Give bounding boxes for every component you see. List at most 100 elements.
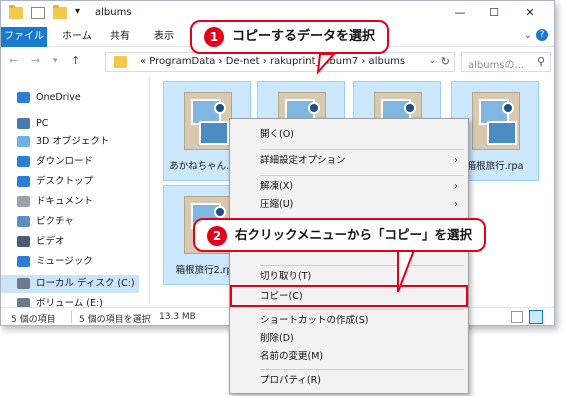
menu-item-label: 開く(O) — [260, 129, 294, 140]
menu-item-cut[interactable]: 切り取り(T) — [234, 267, 466, 287]
callout-text: 右クリックメニューから「コピー」を選択 — [235, 227, 473, 242]
minimize-button[interactable]: — — [443, 1, 477, 25]
album-file-icon — [472, 92, 520, 150]
rpa-badge-icon — [502, 102, 514, 114]
music-icon — [17, 256, 30, 267]
video-icon — [17, 236, 30, 247]
copy-highlight-box — [230, 285, 468, 307]
maximize-button[interactable]: ☐ — [477, 1, 511, 25]
sidebar-item[interactable]: ミュージック — [17, 253, 93, 271]
sidebar-item-label: ダウンロード — [36, 156, 94, 167]
menu-item-label: ショートカットの作成(S) — [260, 315, 369, 326]
callout-step-1: 1 コピーするデータを選択 — [190, 20, 390, 54]
selected-size: 13.3 MB — [159, 312, 196, 322]
recent-dropdown-icon[interactable]: ▾ — [53, 56, 58, 66]
context-menu: 開く(O) 詳細設定オプション › 解凍(X) › 圧縮(U) › 切り取り(T) コ… — [229, 118, 469, 394]
sidebar-item-label: ビデオ — [36, 236, 65, 247]
large-icons-view-icon[interactable] — [529, 310, 543, 324]
tab-share[interactable]: 共有 — [101, 27, 139, 47]
callout-text: コピーするデータを選択 — [232, 29, 376, 44]
desktop-icon — [17, 176, 30, 187]
tab-view[interactable]: 表示 — [145, 27, 183, 47]
rpa-badge-icon — [404, 102, 416, 114]
document-icon — [17, 196, 30, 207]
rpa-badge-icon — [214, 206, 226, 218]
sidebar-item[interactable]: ローカル ディスク (C:) — [1, 275, 139, 293]
sidebar-item[interactable]: PC — [17, 115, 48, 133]
submenu-arrow-icon: › — [454, 199, 458, 210]
sidebar-item-label: ローカル ディスク (C:) — [36, 278, 135, 289]
sidebar-item-label: OneDrive — [36, 92, 81, 103]
address-path[interactable]: « ProgramData › De-net › rakuprint_album… — [140, 56, 405, 67]
menu-item-label: 削除(D) — [260, 333, 294, 344]
close-button[interactable]: ✕ — [513, 1, 547, 25]
sidebar-item-label: ミュージック — [36, 256, 93, 267]
menu-separator — [260, 149, 464, 150]
menu-item-delete[interactable]: 削除(D) — [234, 329, 466, 349]
new-folder-icon[interactable] — [53, 5, 67, 19]
address-bar[interactable]: « ProgramData › De-net › rakuprint_album… — [105, 52, 455, 72]
search-icon[interactable]: ⚲ — [537, 55, 545, 68]
tab-file[interactable]: ファイル — [1, 27, 47, 47]
item-count: 5 個の項目 — [11, 315, 56, 325]
menu-item-label: 解凍(X) — [260, 181, 293, 192]
menu-separator — [260, 369, 464, 370]
properties-icon[interactable] — [31, 7, 45, 19]
pc-icon — [17, 118, 30, 129]
search-box[interactable]: albumsの... ⚲ — [461, 52, 551, 72]
tab-home[interactable]: ホーム — [53, 27, 101, 47]
download-icon — [17, 156, 30, 167]
window-title: albums — [95, 7, 132, 18]
sidebar-item-label: ピクチャ — [36, 216, 74, 227]
menu-separator — [260, 309, 464, 310]
sidebar-item-label: 3D オブジェクト — [36, 136, 110, 147]
sidebar-item-label: デスクトップ — [36, 176, 94, 187]
menu-item-create-shortcut[interactable]: ショートカットの作成(S) — [234, 311, 466, 331]
menu-item-compress[interactable]: 圧縮(U) › — [234, 195, 466, 215]
submenu-arrow-icon: › — [454, 181, 458, 192]
menu-item-properties[interactable]: プロパティ(R) — [234, 371, 466, 391]
sidebar-item[interactable]: ドキュメント — [17, 193, 93, 211]
menu-item-extract[interactable]: 解凍(X) › — [234, 177, 466, 197]
pane-divider[interactable] — [149, 77, 150, 305]
address-dropdown-icon[interactable]: ⌄ — [428, 56, 436, 66]
quick-access-dropdown-icon[interactable]: ▾ — [75, 6, 80, 17]
drive-icon — [17, 278, 30, 289]
menu-separator — [260, 265, 464, 266]
menu-item-label: 詳細設定オプション — [260, 155, 346, 166]
menu-item-open[interactable]: 開く(O) — [234, 125, 466, 145]
folder-icon — [9, 5, 23, 19]
navigation-pane: OneDrive PC 3D オブジェクト ダウンロード デスクトップドキュメントピクチ… — [1, 81, 141, 309]
help-icon[interactable]: ? — [536, 29, 548, 41]
rpa-badge-icon — [214, 102, 226, 114]
details-view-icon[interactable] — [511, 311, 523, 323]
sidebar-item-label: PC — [36, 118, 49, 129]
menu-item-label: 切り取り(T) — [260, 271, 312, 282]
forward-arrow-icon[interactable]: → — [31, 54, 40, 67]
sidebar-item[interactable]: ビデオ — [17, 233, 65, 251]
menu-item-label: 圧縮(U) — [260, 199, 294, 210]
selected-count: 5 個の項目を選択 — [79, 315, 151, 325]
sidebar-item[interactable]: ピクチャ — [17, 213, 74, 231]
chevron-down-icon[interactable]: ⌄ — [524, 30, 532, 41]
cube-icon — [17, 136, 30, 147]
menu-item-rename[interactable]: 名前の変更(M) — [234, 347, 466, 367]
menu-item-advanced-options[interactable]: 詳細設定オプション › — [234, 151, 466, 171]
album-file-icon — [184, 92, 232, 150]
folder-icon — [114, 56, 127, 68]
sidebar-item[interactable]: デスクトップ — [17, 173, 93, 191]
submenu-arrow-icon: › — [454, 155, 458, 166]
menu-item-label: プロパティ(R) — [260, 375, 321, 386]
menu-item-label: 名前の変更(M) — [260, 351, 324, 362]
search-placeholder[interactable]: albumsの... — [468, 56, 524, 71]
up-arrow-icon[interactable]: ↑ — [71, 54, 80, 67]
sidebar-item[interactable]: OneDrive — [17, 89, 81, 107]
rpa-badge-icon — [308, 102, 320, 114]
refresh-icon[interactable]: ↻ — [441, 55, 450, 68]
menu-separator — [260, 175, 464, 176]
sidebar-item[interactable]: 3D オブジェクト — [17, 133, 109, 151]
back-arrow-icon[interactable]: ← — [9, 54, 18, 67]
sidebar-item[interactable]: ダウンロード — [17, 153, 93, 171]
step-number: 1 — [204, 26, 224, 47]
status-divider — [71, 311, 72, 323]
